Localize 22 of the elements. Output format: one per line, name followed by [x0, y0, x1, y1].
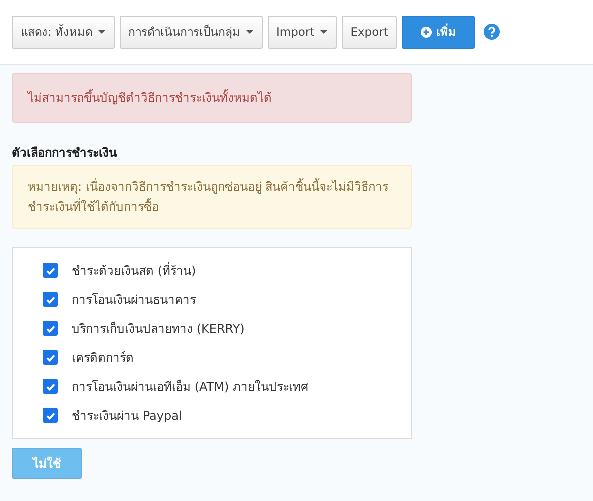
method-label: เครดิตการ์ด [72, 350, 134, 367]
error-alert: ไม่สามารถขึ้นบัญชีดำวิธีการชำระเงินทั้งหมดได้ [12, 73, 412, 123]
help-icon[interactable] [484, 24, 500, 40]
checkbox[interactable] [43, 321, 58, 336]
method-label: การโอนเงินผ่านธนาคาร [72, 292, 196, 309]
export-button[interactable]: Export [342, 16, 398, 48]
plus-icon [421, 26, 432, 38]
note-alert: หมายเหตุ: เนื่องจากวิธีการชำระเงินถูกซ่อนอยู่ สินค้าชิ้นนี้จะไม่มีวิธีการชำระเงินที่ใช้ได้กับการซื้อ [12, 165, 412, 229]
method-label: ชำระเงินผ่าน Paypal [72, 408, 182, 425]
checkbox[interactable] [43, 379, 58, 394]
checkbox[interactable] [43, 408, 58, 423]
method-label: บริการเก็บเงินปลายทาง (KERRY) [72, 320, 245, 338]
checkbox[interactable] [43, 263, 58, 278]
dropdown-button[interactable]: Import [268, 16, 337, 48]
section-heading: ตัวเลือกการชำระเงิน [12, 145, 118, 162]
dropdown-button[interactable]: การดำเนินการเป็นกลุ่ม [120, 16, 263, 48]
add-button[interactable]: เพิ่ม [402, 16, 476, 48]
checkbox[interactable] [43, 350, 58, 365]
dropdown-button[interactable]: แสดง: ทั้งหมด [12, 16, 115, 48]
checkbox[interactable] [43, 292, 58, 307]
method-label: ชำระด้วยเงินสด (ที่ร้าน) [72, 262, 196, 280]
method-label: การโอนเงินผ่านเอทีเอ็ม (ATM) ภายในประเทศ [72, 378, 309, 396]
